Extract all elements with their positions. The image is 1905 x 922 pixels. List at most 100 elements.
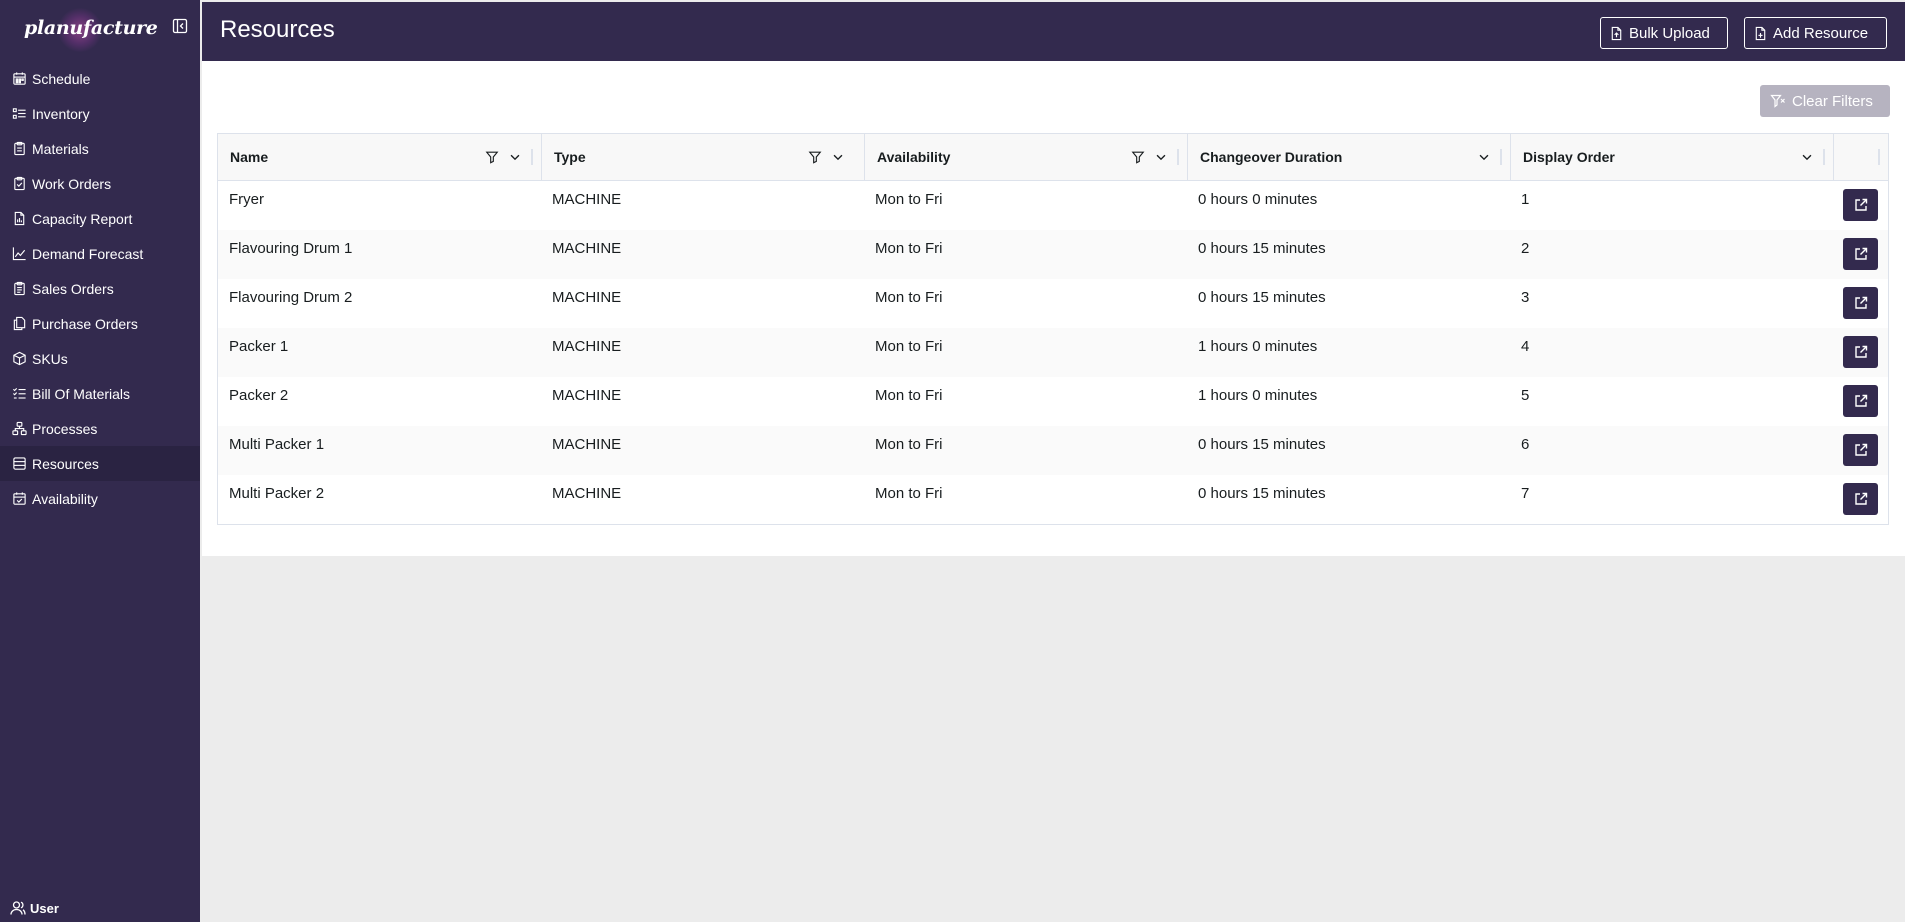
chevron-down-icon[interactable] [1154,150,1168,164]
sidebar-item-skus[interactable]: SKUs [0,341,200,376]
chevron-down-icon[interactable] [1477,150,1491,164]
table-row: Multi Packer 2 MACHINE Mon to Fri 0 hour… [218,475,1888,524]
filter-icon[interactable] [485,150,499,164]
table-row: Flavouring Drum 2 MACHINE Mon to Fri 0 h… [218,279,1888,328]
column-label: Name [230,149,269,165]
external-link-icon [1854,443,1867,456]
cell-availability: Mon to Fri [875,289,943,306]
column-resize-handle[interactable] [1878,149,1880,165]
sidebar-collapse-icon[interactable] [172,18,188,34]
logo-text: planufacture [24,17,158,39]
open-resource-button[interactable] [1843,336,1878,368]
open-resource-button[interactable] [1843,434,1878,466]
column-resize-handle[interactable] [1177,149,1179,165]
user-icon [10,901,26,915]
cell-name: Packer 1 [229,338,289,355]
clear-filters-label: Clear Filters [1792,92,1873,110]
add-resource-label: Add Resource [1773,24,1869,42]
cell-changeover: 0 hours 15 minutes [1198,289,1326,306]
database-icon [11,456,27,472]
column-resize-handle[interactable] [531,149,533,165]
chevron-down-icon[interactable] [1800,150,1814,164]
table-row: Packer 2 MACHINE Mon to Fri 1 hours 0 mi… [218,377,1888,426]
sidebar-item-demand-forecast[interactable]: Demand Forecast [0,236,200,271]
sidebar-item-label: Inventory [32,105,90,122]
table-row: Flavouring Drum 1 MACHINE Mon to Fri 0 h… [218,230,1888,279]
clipboard-icon [11,141,27,157]
cell-display-order: 2 [1521,240,1530,257]
column-resize-handle[interactable] [854,149,856,165]
sidebar-item-availability[interactable]: Availability [0,481,200,516]
sidebar-item-label: Work Orders [32,175,112,192]
column-label: Changeover Duration [1200,149,1343,165]
column-header-name[interactable]: Name [218,134,542,180]
sidebar-item-processes[interactable]: Processes [0,411,200,446]
user-menu[interactable]: User [10,900,59,916]
open-resource-button[interactable] [1843,238,1878,270]
copy-icon [11,316,27,332]
cell-type: MACHINE [552,338,622,355]
sidebar-item-label: Schedule [32,70,91,87]
column-resize-handle[interactable] [1823,149,1825,165]
sidebar-item-label: Demand Forecast [32,245,144,262]
content-panel: Clear Filters Name Type Availability Cha… [202,61,1905,556]
cell-type: MACHINE [552,240,622,257]
calendar-check-icon [11,491,27,507]
open-resource-button[interactable] [1843,189,1878,221]
open-resource-button[interactable] [1843,385,1878,417]
sidebar-item-resources[interactable]: Resources [0,446,200,481]
sidebar-item-inventory[interactable]: Inventory [0,96,200,131]
brand-logo[interactable]: planufacture [24,8,158,52]
resources-table: Name Type Availability Changeover Durati… [217,133,1889,525]
sidebar-item-sales-orders[interactable]: Sales Orders [0,271,200,306]
sidebar-item-schedule[interactable]: Schedule [0,61,200,96]
column-label: Availability [877,149,951,165]
sidebar-item-bill-of-materials[interactable]: Bill Of Materials [0,376,200,411]
file-upload-icon [1611,26,1622,40]
column-header-type[interactable]: Type [542,134,865,180]
checklist-icon [11,386,27,402]
sidebar-item-materials[interactable]: Materials [0,131,200,166]
column-header-display-order[interactable]: Display Order [1511,134,1834,180]
table-row: Fryer MACHINE Mon to Fri 0 hours 0 minut… [218,181,1888,230]
user-label: User [30,900,59,916]
sidebar-item-label: Resources [32,455,99,472]
column-header-changeover-duration[interactable]: Changeover Duration [1188,134,1511,180]
list-icon [11,106,27,122]
cell-availability: Mon to Fri [875,436,943,453]
chevron-down-icon[interactable] [508,150,522,164]
cell-name: Multi Packer 1 [229,436,325,453]
sidebar-item-capacity-report[interactable]: Capacity Report [0,201,200,236]
cell-availability: Mon to Fri [875,485,943,502]
cell-changeover: 1 hours 0 minutes [1198,338,1318,355]
external-link-icon [1854,345,1867,358]
cell-display-order: 4 [1521,338,1530,355]
sidebar-item-label: Bill Of Materials [32,385,131,402]
cell-name: Fryer [229,191,264,208]
cell-display-order: 7 [1521,485,1530,502]
column-header-actions [1834,134,1888,180]
open-resource-button[interactable] [1843,287,1878,319]
column-resize-handle[interactable] [1500,149,1502,165]
cell-changeover: 0 hours 0 minutes [1198,191,1318,208]
filter-icon[interactable] [808,150,822,164]
external-link-icon [1854,198,1867,211]
sidebar: planufacture Schedule Inventory Material… [0,0,200,922]
bulk-upload-label: Bulk Upload [1629,24,1710,42]
filter-icon[interactable] [1131,150,1145,164]
cell-name: Flavouring Drum 1 [229,240,353,257]
bulk-upload-button[interactable]: Bulk Upload [1600,17,1728,49]
sidebar-item-purchase-orders[interactable]: Purchase Orders [0,306,200,341]
cell-changeover: 0 hours 15 minutes [1198,485,1326,502]
table-row: Multi Packer 1 MACHINE Mon to Fri 0 hour… [218,426,1888,475]
cell-availability: Mon to Fri [875,240,943,257]
chevron-down-icon[interactable] [831,150,845,164]
open-resource-button[interactable] [1843,483,1878,515]
cell-display-order: 6 [1521,436,1530,453]
add-resource-button[interactable]: Add Resource [1744,17,1887,49]
clear-filters-button[interactable]: Clear Filters [1760,85,1890,117]
sidebar-item-work-orders[interactable]: Work Orders [0,166,200,201]
sidebar-item-label: Capacity Report [32,210,133,227]
column-header-availability[interactable]: Availability [865,134,1188,180]
cell-type: MACHINE [552,485,622,502]
